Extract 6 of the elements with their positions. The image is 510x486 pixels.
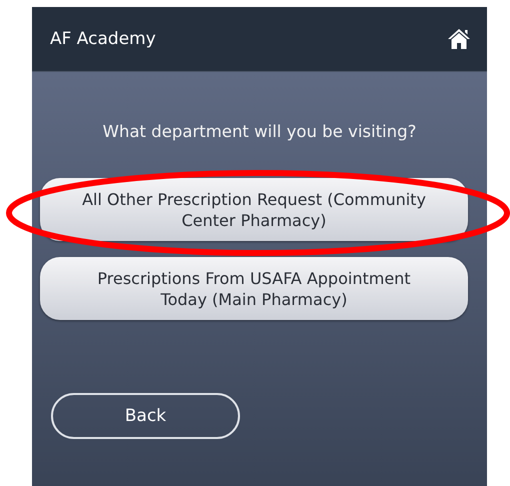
department-option-button[interactable]: All Other Prescription Request (Community Center Pharmacy) bbox=[40, 178, 468, 241]
app-title: AF Academy bbox=[50, 29, 156, 49]
home-icon[interactable] bbox=[447, 28, 471, 50]
question-text: What department will you be visiting? bbox=[102, 122, 416, 141]
back-button[interactable]: Back bbox=[51, 393, 240, 439]
department-option-button[interactable]: Prescriptions From USAFA Appointment Today (Main Pharmacy) bbox=[40, 257, 468, 320]
